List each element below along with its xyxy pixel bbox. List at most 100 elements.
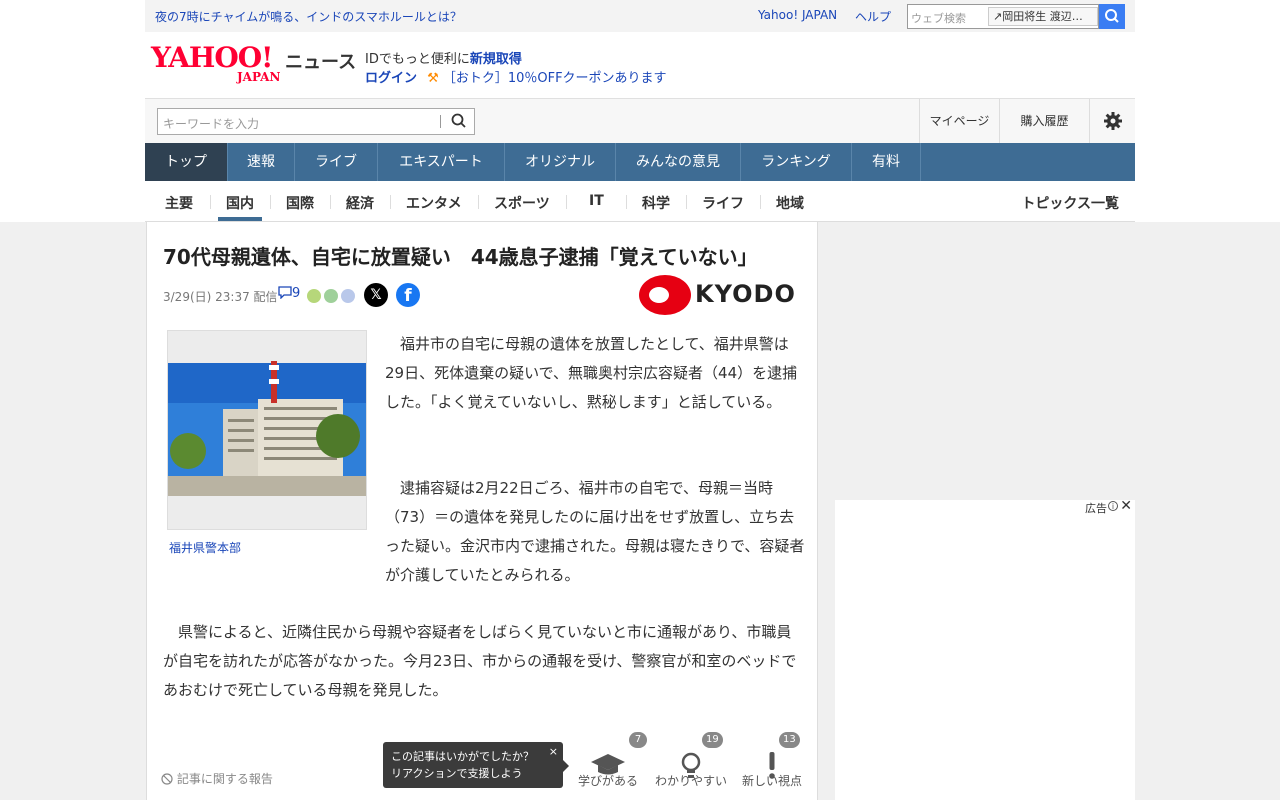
category-domestic[interactable]: 国内 (226, 193, 254, 213)
category-sports[interactable]: スポーツ (494, 193, 550, 213)
active-category-indicator (218, 217, 262, 221)
id-promo-text: IDでもっと便利に (365, 52, 470, 67)
tooltip-line-2: リアクションで支援しよう (391, 767, 523, 780)
tab-expert[interactable]: エキスパート (378, 143, 505, 181)
ad-label: 広告 (1085, 502, 1107, 515)
news-search-placeholder: キーワードを入力 (163, 117, 260, 131)
reaction-label: 学びがある (577, 774, 638, 788)
login-line: ログイン ⚒ ［おトク］10％OFFクーポンあります (365, 67, 667, 86)
category-separator (626, 195, 627, 209)
ad-info-icon[interactable]: i (1108, 501, 1118, 511)
article-paragraph: 逮捕容疑は2月22日ごろ、福井市の自宅で、母親＝当時（73）＝の遺体を発見したの… (385, 479, 805, 584)
reaction-count: 13 (779, 732, 800, 748)
search-suggestion-text: 岡田将生 渡辺… (1002, 10, 1083, 23)
gear-icon (1103, 112, 1122, 130)
ad-close-button[interactable]: ✕ (1120, 498, 1132, 514)
reaction-faces (307, 288, 356, 307)
tab-paid[interactable]: 有料 (852, 143, 921, 181)
neutral-face-icon (324, 289, 339, 303)
web-search-button[interactable] (1099, 4, 1125, 29)
category-separator (270, 195, 271, 209)
settings-button[interactable] (1089, 99, 1135, 144)
search-bar: キーワードを入力 マイページ 購入履歴 (145, 98, 1135, 144)
category-region[interactable]: 地域 (776, 193, 804, 213)
help-link[interactable]: ヘルプ (855, 8, 891, 25)
tooltip-close-button[interactable]: × (549, 743, 558, 760)
report-label: 記事に関する報告 (176, 772, 273, 786)
category-life[interactable]: ライフ (702, 193, 744, 213)
news-search-input[interactable]: キーワードを入力 (157, 108, 475, 135)
category-separator (686, 195, 687, 209)
comment-count: 9 (292, 286, 301, 301)
photo-caption[interactable]: 福井県警本部 (169, 539, 241, 556)
sad-face-icon (341, 289, 356, 303)
reaction-label: 新しい視点 (741, 774, 802, 788)
register-link[interactable]: 新規取得 (470, 52, 522, 67)
comment-icon (278, 286, 292, 300)
top-strip: 夜の7時にチャイムが鳴る、インドのスマホルールとは？ Yahoo! JAPAN … (145, 0, 1135, 32)
article-card: 70代母親遺体、自宅に放置疑い 44歳息子逮捕「覚えていない」 3/29(日) … (146, 222, 818, 800)
purchase-history-link[interactable]: 購入履歴 (999, 99, 1089, 144)
facebook-logo-icon: f (404, 286, 412, 306)
category-main[interactable]: 主要 (165, 193, 193, 213)
police-hq-image (168, 331, 366, 529)
x-logo-icon: 𝕏 (370, 287, 382, 303)
category-international[interactable]: 国際 (286, 193, 314, 213)
delivered-label: 配信 (253, 290, 278, 304)
kyodo-logo[interactable]: KYODO (639, 274, 799, 316)
tab-breaking[interactable]: 速報 (228, 143, 295, 181)
article-title: 70代母親遺体、自宅に放置疑い 44歳息子逮捕「覚えていない」 (163, 245, 758, 269)
mypage-link[interactable]: マイページ (919, 99, 999, 144)
search-icon (1105, 9, 1119, 23)
login-link[interactable]: ログイン (365, 71, 417, 86)
article-date: 3/29(日) 23:37 (163, 290, 250, 304)
tab-original[interactable]: オリジナル (505, 143, 616, 181)
category-separator (390, 195, 391, 209)
yahoo-logo[interactable]: YAHOO! JAPAN (151, 44, 280, 85)
category-separator (566, 195, 567, 209)
category-economy[interactable]: 経済 (346, 193, 374, 213)
category-science[interactable]: 科学 (642, 193, 670, 213)
report-article-link[interactable]: 記事に関する報告 (161, 770, 273, 787)
coupon-link[interactable]: ［おトク］10％OFFクーポンあります (443, 71, 667, 86)
search-icon[interactable] (450, 112, 468, 130)
article-paragraph: 県警によると、近隣住民から母親や容疑者をしばらく見ていないと市に通報があり、市職… (163, 623, 797, 699)
tab-top[interactable]: トップ (145, 143, 228, 181)
search-suggestion-tag[interactable]: ↗岡田将生 渡辺… (988, 7, 1098, 26)
news-logo-label[interactable]: ニュース (285, 48, 356, 74)
facebook-share-button[interactable]: f (396, 283, 420, 307)
happy-face-icon (307, 289, 321, 303)
web-search-placeholder: ウェブ検索 (911, 12, 966, 25)
category-nav: 主要 国内 国際 経済 エンタメ スポーツ IT 科学 ライフ 地域 トピックス… (145, 181, 1135, 222)
reaction-label: わかりやすい (654, 774, 727, 788)
tooltip-line-1: この記事はいかがでしたか？ (391, 750, 534, 763)
id-promo: IDでもっと便利に新規取得 (365, 48, 522, 67)
promo-link[interactable]: 夜の7時にチャイムが鳴る、インドのスマホルールとは？ (155, 8, 462, 25)
x-share-button[interactable]: 𝕏 (364, 283, 388, 307)
article-photo[interactable] (167, 330, 367, 530)
article-paragraph: 福井市の自宅に母親の遺体を放置したとして、福井県警は29日、死体遺棄の疑いで、無… (385, 335, 798, 411)
tab-live[interactable]: ライブ (295, 143, 378, 181)
category-it[interactable]: IT (589, 193, 604, 209)
ad-panel[interactable]: 広告 i ✕ (835, 498, 1135, 800)
category-separator (330, 195, 331, 209)
category-entertainment[interactable]: エンタメ (406, 193, 462, 213)
site-header: YAHOO! JAPAN ニュース IDでもっと便利に新規取得 ログイン ⚒ ［お… (145, 32, 1135, 98)
search-divider (440, 115, 441, 128)
category-separator (478, 195, 479, 209)
comment-link[interactable]: 9 (278, 286, 300, 301)
main-nav: トップ 速報 ライブ エキスパート オリジナル みんなの意見 ランキング 有料 (145, 143, 1135, 181)
topics-list-link[interactable]: トピックス一覧 (1021, 193, 1119, 213)
reaction-count: 19 (702, 732, 723, 748)
reaction-count: 7 (629, 732, 647, 748)
logo-japan-text: JAPAN (237, 70, 281, 84)
kyodo-logo-text: KYODO (695, 280, 796, 308)
article-meta: 3/29(日) 23:37 配信 (163, 288, 278, 305)
yahoo-japan-link[interactable]: Yahoo! JAPAN (758, 8, 837, 22)
coupon-hammer-icon: ⚒ (427, 71, 439, 86)
tab-ranking[interactable]: ランキング (741, 143, 852, 181)
prohibited-icon (161, 773, 173, 785)
category-separator (760, 195, 761, 209)
web-search-input[interactable]: ウェブ検索 ↗岡田将生 渡辺… (907, 4, 1099, 29)
tab-opinions[interactable]: みんなの意見 (616, 143, 741, 181)
